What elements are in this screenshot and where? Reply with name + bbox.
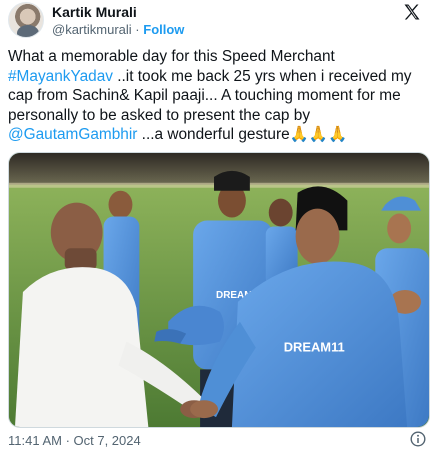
- tweet-text: What a memorable day for this Speed Merc…: [8, 47, 428, 145]
- jersey-sponsor-text-main: DREAM11: [284, 340, 345, 355]
- tweet-text-part: What a memorable day for this Speed Merc…: [8, 48, 335, 65]
- author-handle[interactable]: @kartikmurali: [52, 22, 132, 37]
- hashtag-link[interactable]: #MayankYadav: [8, 68, 113, 85]
- mention-link[interactable]: @GautamGambhir: [8, 126, 137, 143]
- tweet-header: Kartik Murali @kartikmurali · Follow: [0, 0, 434, 40]
- follow-button[interactable]: Follow: [143, 22, 184, 37]
- tweet-text-part: ...a wonderful gesture🙏🙏🙏: [137, 126, 348, 143]
- x-logo-icon[interactable]: [402, 2, 422, 22]
- separator-dot: ·: [135, 22, 140, 37]
- tweet-timestamp[interactable]: 11:41 AM · Oct 7, 2024: [8, 433, 141, 448]
- author-avatar[interactable]: [8, 2, 44, 38]
- tweet-photo[interactable]: DREAM11 DREAM11: [8, 152, 430, 428]
- info-icon[interactable]: [410, 431, 426, 447]
- cap-presentation-photo: DREAM11 DREAM11: [9, 153, 429, 427]
- handle-row: @kartikmurali · Follow: [52, 22, 184, 37]
- author-name[interactable]: Kartik Murali: [52, 4, 137, 20]
